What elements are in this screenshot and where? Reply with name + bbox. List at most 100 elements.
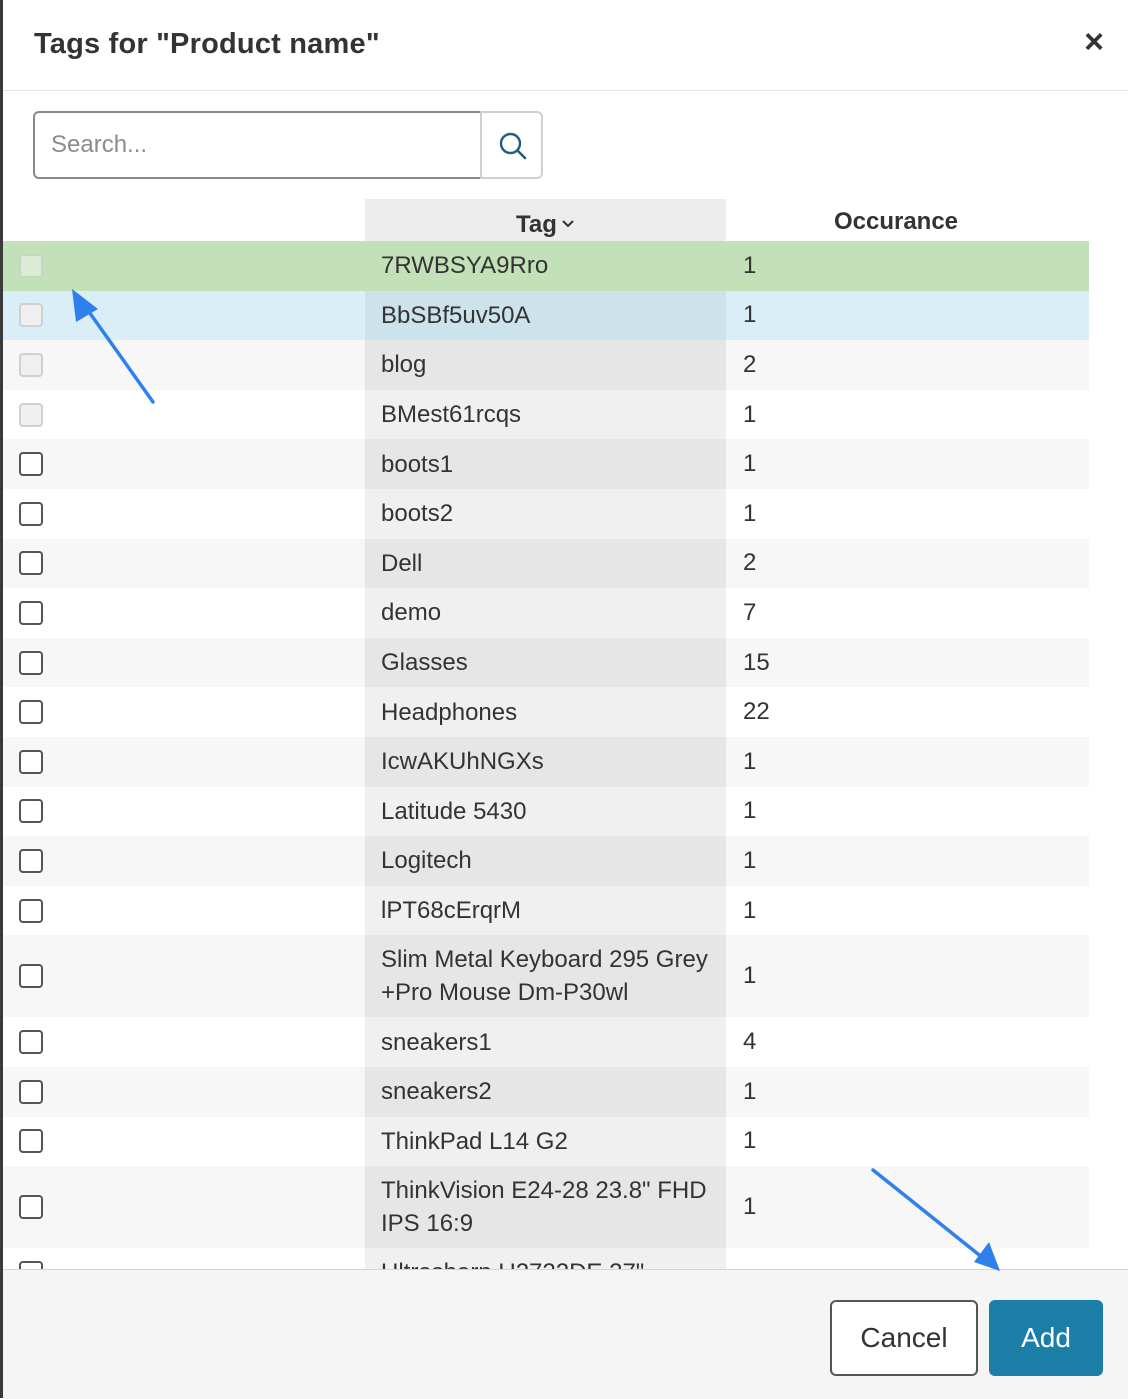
occurance-cell: 1 [743,1077,757,1105]
row-checkbox[interactable] [19,551,43,576]
search-group [33,111,543,179]
table-row[interactable]: boots2 1 [3,488,1089,539]
row-checkbox-cell [3,687,365,737]
row-checkbox-cell [3,340,365,390]
row-checkbox[interactable] [19,1030,43,1055]
table-row[interactable]: IcwAKUhNGXs 1 [3,736,1089,787]
tag-cell: Slim Metal Keyboard 295 Grey +Pro Mouse … [365,935,726,1018]
row-checkbox-cell [3,935,365,1017]
table-row[interactable]: Ultrasharp U2722DE 27" [3,1248,1089,1269]
dialog-footer: Cancel Add [3,1269,1128,1399]
occurance-cell [726,1248,1089,1269]
tag-cell: BMest61rcqs [365,389,726,440]
occurance-cell: 1 [743,450,757,478]
row-checkbox-cell [3,588,365,638]
table-row[interactable]: 7RWBSYA9Rro 1 [3,241,1089,291]
row-checkbox-cell [3,886,365,936]
row-checkbox-cell [3,390,365,440]
tag-cell: lPT68cErqrM [365,885,726,936]
tag-cell: 7RWBSYA9Rro [365,241,726,291]
search-input[interactable] [33,111,480,179]
table-row[interactable]: BMest61rcqs 1 [3,389,1089,440]
table-row[interactable]: Dell 2 [3,538,1089,589]
row-checkbox [19,303,43,328]
row-checkbox[interactable] [19,600,43,625]
row-checkbox[interactable] [19,1260,43,1269]
occurance-cell: 1 [743,251,757,279]
row-checkbox [19,253,43,278]
close-icon[interactable]: × [1077,22,1111,62]
table-body: 7RWBSYA9Rro 1 BbSBf5uv50A 1 blog 2 BMest61rcqs… [3,241,1089,1269]
tag-cell: Dell [365,538,726,589]
tag-cell: demo [365,588,726,638]
row-checkbox[interactable] [19,848,43,873]
row-checkbox[interactable] [19,700,43,725]
occurance-cell: 1 [743,962,757,990]
table-row[interactable]: Logitech 1 [3,836,1089,886]
tag-cell: BbSBf5uv50A [365,290,726,341]
row-checkbox[interactable] [19,1195,43,1220]
table-row[interactable]: demo 7 [3,588,1089,638]
row-checkbox [19,352,43,377]
column-header-occurance[interactable]: Occurance [726,199,1066,241]
occurance-cell: 7 [743,598,757,626]
occurance-cell: 1 [743,1127,757,1155]
column-header-tag[interactable]: Tag [365,199,726,241]
row-checkbox[interactable] [19,650,43,675]
row-checkbox-cell [3,489,365,539]
cancel-button[interactable]: Cancel [830,1300,978,1376]
search-button[interactable] [480,111,543,179]
row-checkbox[interactable] [19,898,43,923]
occurance-cell: 4 [743,1028,757,1056]
row-checkbox-cell [3,241,365,291]
column-header-tag-label: Tag [516,211,557,238]
occurance-cell: 1 [743,747,757,775]
row-checkbox[interactable] [19,501,43,526]
row-checkbox[interactable] [19,799,43,824]
row-checkbox[interactable] [19,1129,43,1154]
table-row[interactable]: BbSBf5uv50A 1 [3,290,1089,341]
table-row[interactable]: Slim Metal Keyboard 295 Grey +Pro Mouse … [3,935,1089,1018]
table-row[interactable]: Latitude 5430 1 [3,786,1089,837]
table-row[interactable]: ThinkPad L14 G2 1 [3,1116,1089,1167]
tag-cell: Headphones [365,687,726,737]
tag-cell: sneakers1 [365,1017,726,1067]
dialog-header: Tags for "Product name" × [3,0,1128,91]
scrollbar-track[interactable] [1111,91,1128,1269]
add-button[interactable]: Add [989,1300,1103,1376]
table-row[interactable]: Headphones 22 [3,687,1089,737]
tags-table: Tag Occurance 7RWBSYA9Rro 1 BbSBf5uv50A 1 bl… [3,199,1089,1269]
occurance-cell: 1 [743,896,757,924]
occurance-cell: 1 [743,400,757,428]
table-row[interactable]: Glasses 15 [3,637,1089,688]
row-checkbox-cell [3,439,365,489]
table-row[interactable]: sneakers1 4 [3,1017,1089,1067]
row-checkbox-cell [3,787,365,837]
tag-cell: Logitech [365,836,726,886]
row-checkbox[interactable] [19,452,43,477]
tag-cell: ThinkPad L14 G2 [365,1116,726,1167]
occurance-cell: 1 [743,846,757,874]
row-checkbox-cell [3,737,365,787]
table-row[interactable]: boots1 1 [3,439,1089,489]
dialog-title: Tags for "Product name" [34,28,380,60]
tag-cell: Glasses [365,637,726,688]
row-checkbox-cell [3,836,365,886]
table-row[interactable]: lPT68cErqrM 1 [3,885,1089,936]
occurance-cell: 1 [743,1193,757,1221]
row-checkbox[interactable] [19,1079,43,1104]
dialog-body: Tag Occurance 7RWBSYA9Rro 1 BbSBf5uv50A 1 bl… [3,91,1128,1269]
occurance-cell: 22 [743,698,770,726]
table-row[interactable]: ThinkVision E24-28 23.8" FHD IPS 16:9 1 [3,1166,1089,1249]
occurance-cell: 2 [743,350,757,378]
search-icon [499,132,527,160]
table-row[interactable]: blog 2 [3,340,1089,390]
table-row[interactable]: sneakers2 1 [3,1066,1089,1117]
row-checkbox-cell [3,1067,365,1117]
row-checkbox[interactable] [19,749,43,774]
tag-cell: blog [365,340,726,390]
tag-cell: ThinkVision E24-28 23.8" FHD IPS 16:9 [365,1166,726,1249]
row-checkbox[interactable] [19,964,43,989]
tag-cell: boots1 [365,439,726,489]
tags-dialog: Tags for "Product name" × Tag Occurance … [3,0,1128,1399]
